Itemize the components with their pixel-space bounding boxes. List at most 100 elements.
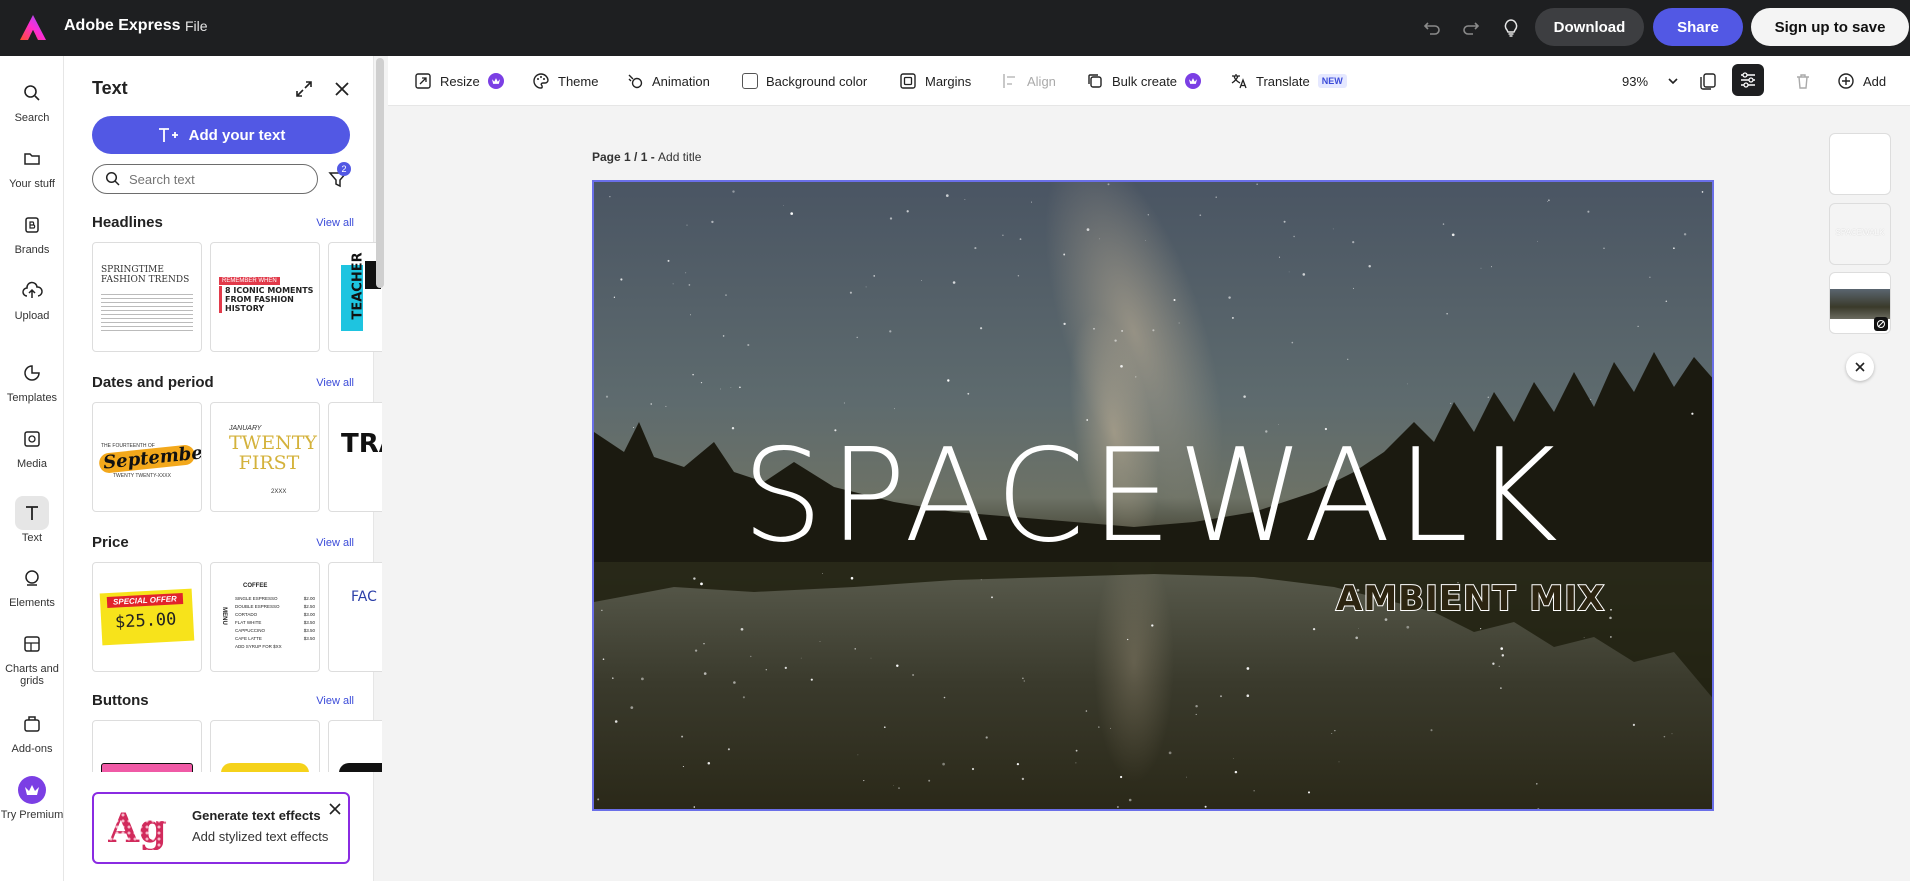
star: [1186, 776, 1187, 778]
adobe-express-logo[interactable]: [18, 13, 48, 43]
page-thumb-blank[interactable]: [1829, 133, 1891, 195]
thumb-text: $25.00: [114, 609, 177, 633]
rail-upload[interactable]: Upload: [0, 274, 64, 322]
rail-media[interactable]: Media: [0, 422, 64, 470]
resize-button[interactable]: Resize: [414, 70, 504, 92]
star: [1665, 300, 1668, 303]
star: [719, 388, 721, 390]
headline-template-fashion[interactable]: SPRINGTIME FASHION TRENDS: [92, 242, 202, 352]
rail-your-stuff[interactable]: Your stuff: [0, 142, 64, 190]
view-all-link[interactable]: View all: [316, 217, 354, 229]
star: [1228, 296, 1231, 299]
file-menu[interactable]: File: [185, 18, 208, 34]
date-template-twenty-first[interactable]: JANUARY TWENTY FIRST 2XXX: [210, 402, 320, 512]
price-template-fac[interactable]: FAC: [328, 562, 382, 672]
view-all-link[interactable]: View all: [316, 695, 354, 707]
expand-icon[interactable]: [293, 78, 315, 100]
price-template-coffee-menu[interactable]: COFFEE MENU SINGLE ESPRESSO $2.00 DOUBLE E…: [210, 562, 320, 672]
star: [1312, 627, 1316, 631]
upload-icon: [15, 274, 49, 308]
page-thumb-text[interactable]: SPACEWALK: [1829, 203, 1891, 265]
headline-template-iconic[interactable]: REMEMBER WHEN 8 ICONIC MOMENTS FROM FASH…: [210, 242, 320, 352]
align-button[interactable]: Align: [1001, 70, 1056, 92]
animation-button[interactable]: Animation: [626, 70, 710, 92]
section-title: Headlines: [92, 214, 163, 231]
view-all-link[interactable]: View all: [316, 537, 354, 549]
view-all-link[interactable]: View all: [316, 377, 354, 389]
button-template-pink[interactable]: [92, 720, 202, 772]
add-your-text-button[interactable]: Add your text: [92, 116, 350, 154]
star: [1583, 637, 1585, 638]
star: [1536, 783, 1538, 785]
background-color-button[interactable]: Background color: [742, 70, 867, 92]
rail-charts[interactable]: Charts and grids: [0, 627, 64, 687]
thumb-row: THE FOURTEENTH OF September TWENTY TWENT…: [92, 402, 382, 512]
star: [942, 762, 945, 766]
share-button[interactable]: Share: [1653, 8, 1743, 46]
star: [707, 761, 711, 765]
undo-icon[interactable]: [1418, 14, 1446, 42]
tool-label: Background color: [766, 73, 868, 89]
generate-text-effects-card[interactable]: Ag Generate text effects Add stylized te…: [92, 792, 350, 864]
star: [703, 672, 707, 675]
date-template-september[interactable]: THE FOURTEENTH OF September TWENTY TWENT…: [92, 402, 202, 512]
star: [686, 224, 688, 226]
thumb-text: 2XXX: [271, 489, 287, 495]
star: [700, 582, 703, 586]
theme-button[interactable]: Theme: [532, 70, 598, 92]
star: [1098, 726, 1100, 728]
page-thumb-photo[interactable]: [1829, 272, 1891, 334]
date-template-tra[interactable]: TRA: [328, 402, 382, 512]
lightbulb-icon[interactable]: [1497, 14, 1525, 42]
generate-title: Generate text effects: [192, 808, 321, 823]
add-button[interactable]: Add: [1837, 70, 1886, 92]
redo-icon[interactable]: [1457, 14, 1485, 42]
delete-button[interactable]: [1794, 70, 1812, 92]
sign-up-button[interactable]: Sign up to save: [1751, 8, 1909, 46]
close-pages-button[interactable]: [1846, 353, 1874, 381]
rail-brands[interactable]: Brands: [0, 208, 64, 256]
button-template-yellow[interactable]: [210, 720, 320, 772]
price-template-special-offer[interactable]: SPECIAL OFFER $25.00: [92, 562, 202, 672]
close-icon[interactable]: [331, 78, 353, 100]
bulk-create-button[interactable]: Bulk create: [1086, 70, 1202, 92]
add-title-link[interactable]: Add title: [658, 150, 701, 164]
star: [1220, 695, 1222, 698]
tool-label: Theme: [558, 73, 599, 89]
thumb-text: COFFEE: [243, 583, 268, 589]
search-text-field[interactable]: [92, 164, 318, 194]
subline-text[interactable]: AMBIENT MIX: [1335, 578, 1605, 620]
star: [863, 780, 865, 782]
rail-elements[interactable]: Elements: [0, 561, 64, 609]
panel-scrollbar[interactable]: [376, 58, 384, 288]
svg-text:Ag: Ag: [108, 806, 167, 850]
zoom-dropdown[interactable]: 93%: [1622, 70, 1680, 92]
star: [889, 217, 893, 220]
star: [1151, 624, 1154, 627]
download-button[interactable]: Download: [1535, 8, 1644, 46]
menu-item-price: $2.50: [303, 604, 315, 609]
pages-view-button[interactable]: [1698, 70, 1718, 92]
artboard[interactable]: SPACEWALK AMBIENT MIX: [592, 180, 1714, 811]
search-text-input[interactable]: [129, 171, 289, 187]
rail-try-premium[interactable]: Try Premium: [0, 773, 64, 821]
rail-templates[interactable]: Templates: [0, 356, 64, 404]
translate-button[interactable]: Translate NEW: [1230, 70, 1347, 92]
margins-button[interactable]: Margins: [899, 70, 971, 92]
close-icon[interactable]: [326, 800, 344, 818]
top-bar: Adobe Express File Download Share Sign u…: [0, 0, 1910, 56]
star: [906, 210, 909, 213]
add-circle-icon: [1838, 73, 1854, 89]
rail-addons[interactable]: Add-ons: [0, 707, 64, 755]
button-template-black[interactable]: [328, 720, 382, 772]
layers-toggle-button[interactable]: [1732, 64, 1764, 96]
star: [810, 678, 813, 681]
rail-search[interactable]: Search: [0, 76, 64, 124]
star: [693, 577, 696, 580]
star: [703, 643, 705, 645]
star: [952, 281, 956, 284]
headline-text[interactable]: SPACEWALK: [594, 422, 1712, 571]
rail-text[interactable]: Text: [0, 496, 64, 544]
headline-template-teacher[interactable]: TEACHER: [328, 242, 382, 352]
search-icon: [15, 76, 49, 110]
